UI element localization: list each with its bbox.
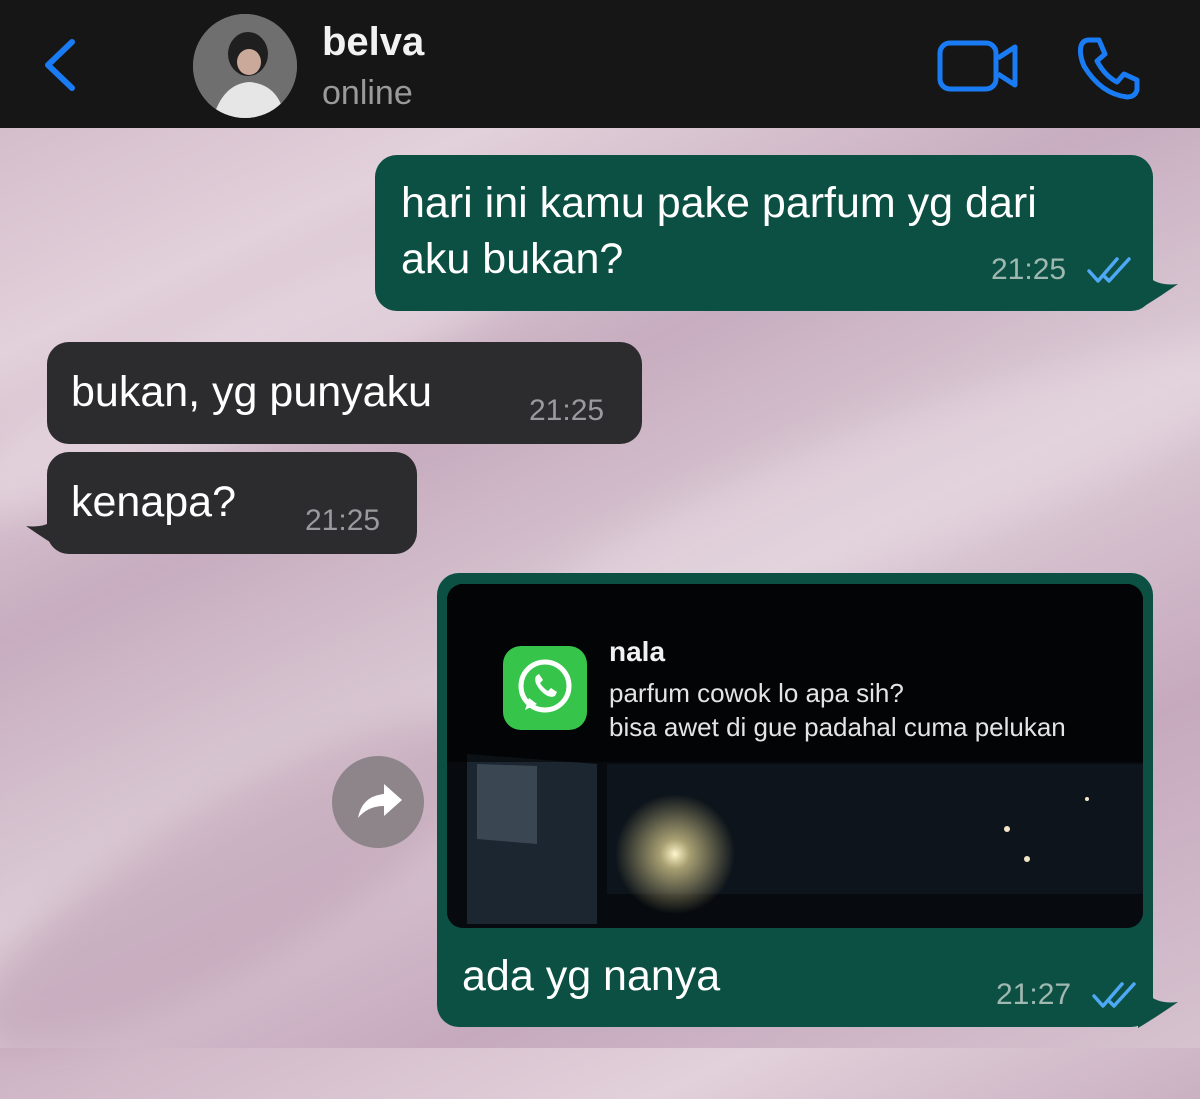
message-time: 21:27 xyxy=(996,978,1072,1011)
forward-arrow-icon xyxy=(358,784,402,818)
avatar[interactable] xyxy=(193,14,297,118)
message-time: 21:25 xyxy=(529,394,605,427)
screenshot-image[interactable]: nala parfum cowok lo apa sih? bisa awet … xyxy=(447,584,1143,928)
message-bubble-outgoing[interactable]: hari ini kamu pake parfum yg dari aku bu… xyxy=(375,155,1153,311)
notification-sender: nala xyxy=(609,636,666,667)
message-text: ada yg nanya xyxy=(462,952,721,1000)
chat-header: belva online xyxy=(0,0,1200,128)
video-camera-icon xyxy=(937,40,1018,92)
message-text: aku bukan? xyxy=(401,235,624,283)
message-text: kenapa? xyxy=(71,478,236,526)
bubble-tail xyxy=(1138,976,1178,1028)
contact-status: online xyxy=(322,74,413,112)
message-bubble-incoming[interactable]: kenapa? 21:25 xyxy=(47,452,417,554)
read-receipt-icon xyxy=(1092,982,1136,1008)
message-bubble-incoming[interactable]: bukan, yg punyaku 21:25 xyxy=(47,342,642,444)
message-text: hari ini kamu pake parfum yg dari xyxy=(401,179,1037,227)
bubble-tail xyxy=(26,500,66,552)
avatar-image xyxy=(193,14,297,118)
voice-call-button[interactable] xyxy=(1075,36,1141,100)
message-time: 21:25 xyxy=(991,253,1067,286)
chevron-left-icon xyxy=(45,39,75,91)
forward-button[interactable] xyxy=(332,756,424,848)
read-receipt-icon xyxy=(1087,257,1131,283)
video-call-button[interactable] xyxy=(937,40,1019,92)
whatsapp-notification[interactable]: nala parfum cowok lo apa sih? bisa awet … xyxy=(447,584,1143,762)
message-time: 21:25 xyxy=(305,504,381,537)
bubble-tail xyxy=(1138,258,1178,310)
back-button[interactable] xyxy=(38,34,88,96)
notification-text: parfum cowok lo apa sih? xyxy=(609,678,904,708)
notification-text: bisa awet di gue padahal cuma pelukan xyxy=(609,712,1066,742)
phone-icon xyxy=(1077,37,1140,100)
contact-name[interactable]: belva xyxy=(322,20,424,65)
message-text: bukan, yg punyaku xyxy=(71,368,432,416)
whatsapp-icon xyxy=(503,646,587,730)
